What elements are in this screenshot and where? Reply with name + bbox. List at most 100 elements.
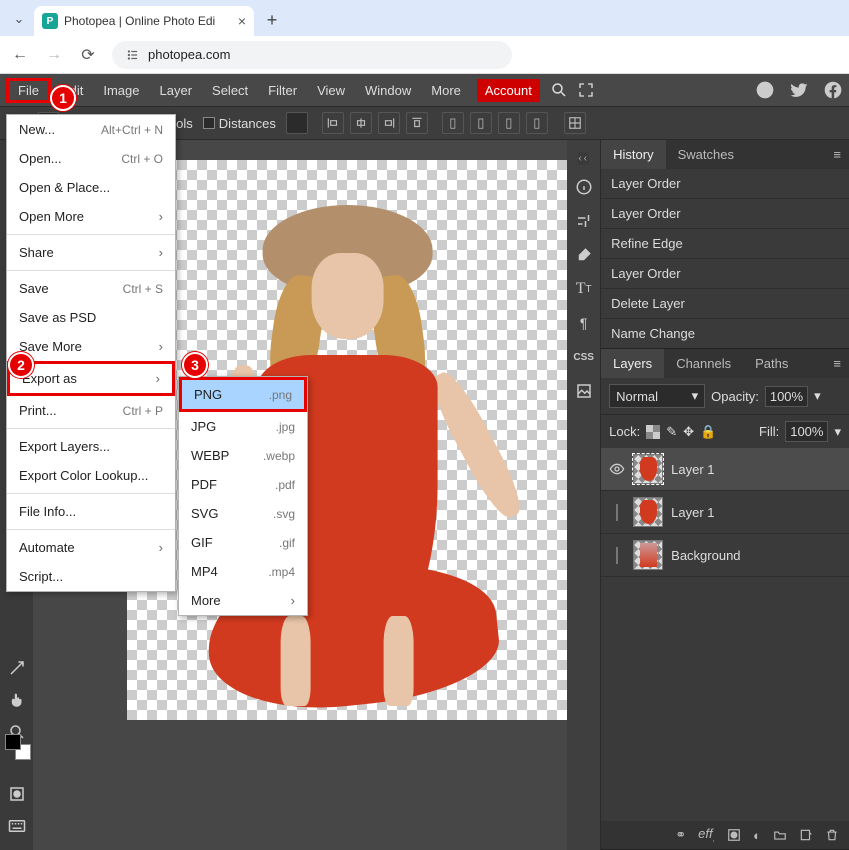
tab-layers[interactable]: Layers [601,349,664,378]
distribute-3-icon[interactable]: ▯ [498,112,520,134]
file-menu-export-layers[interactable]: Export Layers... [7,432,175,461]
close-tab-icon[interactable]: × [238,13,246,29]
layer-name[interactable]: Layer 1 [671,462,714,477]
color-swatches[interactable] [5,734,31,760]
facebook-icon[interactable] [823,80,843,100]
tool-hand-icon[interactable] [3,686,31,714]
reload-button[interactable]: ⟳ [78,45,98,65]
distances-checkbox[interactable]: Distances [203,116,276,131]
export-more[interactable]: More› [179,586,307,615]
layer-thumbnail[interactable] [633,454,663,484]
history-item[interactable]: Name Change [601,319,849,348]
tool-slice-icon[interactable] [3,654,31,682]
align-hcenter-icon[interactable] [350,112,372,134]
new-tab-button[interactable]: + [258,6,286,34]
align-right-icon[interactable] [378,112,400,134]
menu-account[interactable]: Account [477,79,540,102]
blend-mode-select[interactable]: Normal ▾ [609,384,705,408]
distribute-4-icon[interactable]: ▯ [526,112,548,134]
thumbnail-panel-icon[interactable] [572,379,596,403]
history-item[interactable]: Layer Order [601,259,849,289]
layer-thumbnail[interactable] [633,497,663,527]
menu-layer[interactable]: Layer [150,78,203,103]
file-menu-new[interactable]: New...Alt+Ctrl + N [7,115,175,144]
search-icon[interactable] [550,81,568,99]
export-webp[interactable]: WEBP.webp [179,441,307,470]
layer-name[interactable]: Layer 1 [671,505,714,520]
twitter-icon[interactable] [789,80,809,100]
url-field[interactable]: photopea.com [112,41,512,69]
panel-collapse-icon[interactable]: ‹‹ [578,152,589,165]
effects-icon[interactable]: eff. [698,826,715,844]
file-menu-save-as-psd[interactable]: Save as PSD [7,303,175,332]
menu-file[interactable]: File [6,78,51,103]
adjustments-panel-icon[interactable] [572,209,596,233]
layer-row[interactable]: Layer 1 [601,491,849,534]
file-menu-print[interactable]: Print...Ctrl + P [7,396,175,425]
css-panel-icon[interactable]: CSS [572,345,596,369]
file-menu-open-place[interactable]: Open & Place... [7,173,175,202]
layers-panel-menu-icon[interactable]: ≡ [825,352,849,375]
fg-color-swatch[interactable] [5,734,21,750]
back-button[interactable]: ← [10,46,30,64]
link-layers-icon[interactable]: ⚭ [675,827,686,843]
history-item[interactable]: Refine Edge [601,229,849,259]
layer-visibility-icon[interactable] [609,505,625,520]
forward-button[interactable]: → [44,46,64,64]
tab-swatches[interactable]: Swatches [666,140,746,169]
tab-paths[interactable]: Paths [743,349,800,378]
export-pdf[interactable]: PDF.pdf [179,470,307,499]
type-panel-icon[interactable]: TT [572,277,596,301]
export-jpg[interactable]: JPG.jpg [179,412,307,441]
paragraph-panel-icon[interactable]: ¶ [572,311,596,335]
layer-visibility-icon[interactable] [609,548,625,563]
opacity-value[interactable]: 100% [765,386,808,407]
reddit-icon[interactable] [755,80,775,100]
file-menu-export-color-lookup[interactable]: Export Color Lookup... [7,461,175,490]
tool-keyboard-icon[interactable] [3,812,31,840]
layer-row[interactable]: Background [601,534,849,577]
align-left-icon[interactable] [322,112,344,134]
menu-image[interactable]: Image [93,78,149,103]
file-menu-file-info[interactable]: File Info... [7,497,175,526]
site-settings-icon[interactable] [126,48,140,62]
browser-tab[interactable]: P Photopea | Online Photo Edi × [34,6,254,36]
layer-thumbnail[interactable] [633,540,663,570]
new-layer-icon[interactable] [799,828,813,842]
history-item[interactable]: Layer Order [601,169,849,199]
fill-value[interactable]: 100% [785,421,828,442]
history-item[interactable]: Delete Layer [601,289,849,319]
file-menu-save-more[interactable]: Save More› [7,332,175,361]
align-top-icon[interactable] [406,112,428,134]
menu-filter[interactable]: Filter [258,78,307,103]
file-menu-script[interactable]: Script... [7,562,175,591]
file-menu-open-more[interactable]: Open More› [7,202,175,231]
file-menu-save[interactable]: SaveCtrl + S [7,274,175,303]
distribute-2-icon[interactable]: ▯ [470,112,492,134]
export-svg[interactable]: SVG.svg [179,499,307,528]
tool-quickmask-icon[interactable] [3,780,31,808]
history-item[interactable]: Layer Order [601,199,849,229]
browser-tab-dropdown[interactable]: ⌄ [8,8,30,30]
menu-select[interactable]: Select [202,78,258,103]
history-panel-menu-icon[interactable]: ≡ [825,143,849,166]
grid-icon[interactable] [564,112,586,134]
export-png[interactable]: PNG.png [179,377,307,412]
mask-icon[interactable] [727,828,741,842]
fullscreen-icon[interactable] [578,82,594,98]
export-gif[interactable]: GIF.gif [179,528,307,557]
lock-paint-icon[interactable]: ✎ [666,424,677,440]
new-group-icon[interactable] [773,828,787,842]
fill-slider-icon[interactable]: ▾ [834,424,841,440]
lock-all-icon[interactable]: 🔒 [700,424,716,440]
lock-move-icon[interactable]: ✥ [683,424,694,440]
menu-more[interactable]: More [421,78,471,103]
download-icon[interactable] [286,112,308,134]
brush-panel-icon[interactable] [572,243,596,267]
tab-history[interactable]: History [601,140,665,169]
adjustment-layer-icon[interactable]: ◐ [753,828,761,843]
layer-name[interactable]: Background [671,548,740,563]
file-menu-open[interactable]: Open...Ctrl + O [7,144,175,173]
lock-transparency-icon[interactable] [646,425,660,439]
file-menu-share[interactable]: Share› [7,238,175,267]
